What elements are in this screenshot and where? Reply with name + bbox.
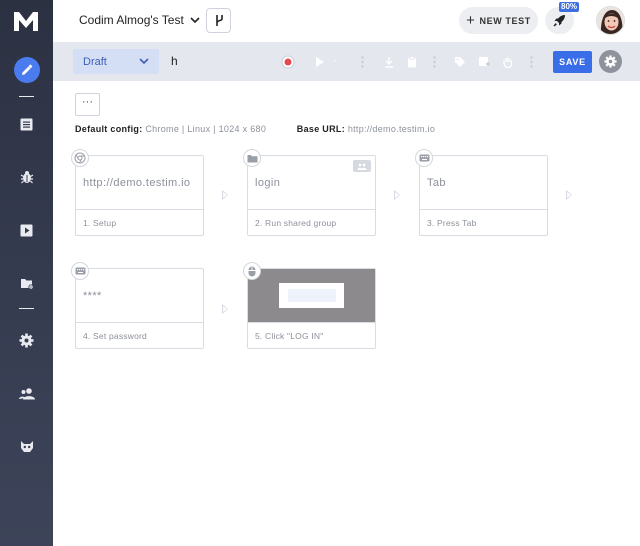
status-value: Draft	[83, 55, 107, 68]
step-label: 4. Set password	[83, 331, 147, 341]
plus-icon: +	[466, 11, 476, 29]
base-url-label: Base URL:	[296, 124, 345, 134]
sidebar-item-settings[interactable]	[0, 324, 53, 356]
download-button[interactable]	[384, 53, 394, 70]
step-card[interactable]: Tab 3. Press Tab	[419, 155, 548, 236]
testim-logo[interactable]	[13, 10, 39, 32]
list-icon	[20, 118, 33, 130]
step-content: Tab	[420, 156, 547, 210]
new-test-label: NEW TEST	[479, 15, 531, 26]
users-icon	[18, 387, 35, 399]
avatar[interactable]	[596, 6, 625, 35]
sidebar-item-profile[interactable]	[0, 430, 53, 462]
step-text: login	[255, 176, 281, 189]
step-card[interactable]: http://demo.testim.io 1. Setup	[75, 155, 204, 236]
record-button[interactable]	[281, 53, 295, 70]
gear-icon	[604, 55, 617, 68]
sidebar-divider	[19, 96, 34, 97]
step-arrow-icon	[222, 190, 228, 200]
folder-settings-icon	[20, 278, 34, 290]
clipboard-button[interactable]	[407, 53, 417, 70]
step-card[interactable]: 5. Click "LOG IN"	[247, 268, 376, 349]
sidebar	[0, 0, 53, 546]
pencil-icon	[13, 57, 40, 83]
step-label: 5. Click "LOG IN"	[255, 331, 324, 341]
base-url-value[interactable]: http://demo.testim.io	[348, 124, 435, 134]
chevron-down-icon	[139, 58, 149, 65]
default-config-value[interactable]: Chrome | Linux | 1024 x 680	[145, 124, 266, 134]
step-label: 1. Setup	[83, 218, 117, 228]
editor-toolbar: Draft h SAVE	[53, 42, 640, 81]
tag-icon	[455, 56, 465, 67]
element-highlight	[279, 283, 344, 308]
project-selector[interactable]: Codim Almog's Test	[79, 13, 200, 27]
step-arrow-icon	[566, 190, 572, 200]
more-vertical-icon[interactable]	[433, 53, 436, 70]
step-text: http://demo.testim.io	[83, 176, 191, 189]
clipboard-icon	[408, 55, 416, 67]
step-content: ****	[76, 269, 203, 323]
sidebar-item-team[interactable]	[0, 377, 53, 409]
more-options-button[interactable]: ···	[75, 93, 100, 116]
step-card[interactable]: **** 4. Set password	[75, 268, 204, 349]
top-bar: Codim Almog's Test + NEW TEST 80%	[53, 0, 640, 42]
step-text: ****	[83, 289, 102, 302]
mouse-icon	[243, 262, 261, 280]
branch-button[interactable]	[206, 8, 231, 33]
step-label: 3. Press Tab	[427, 218, 477, 228]
keyboard-icon	[71, 262, 89, 280]
branch-icon	[215, 15, 223, 26]
hand-button[interactable]	[502, 53, 513, 70]
more-vertical-icon[interactable]	[530, 53, 533, 70]
play-button[interactable]	[314, 53, 336, 70]
rocket-icon	[553, 15, 565, 27]
add-image-button[interactable]	[478, 53, 490, 70]
step-content: login	[248, 156, 375, 210]
download-icon	[385, 56, 393, 68]
folder-icon	[243, 149, 261, 167]
sidebar-item-tests[interactable]	[0, 108, 53, 140]
default-config-label: Default config:	[75, 124, 143, 134]
play-icon	[316, 56, 336, 67]
gear-icon	[19, 333, 34, 347]
save-button[interactable]: SAVE	[553, 51, 592, 73]
status-select[interactable]: Draft	[73, 49, 159, 74]
step-text: Tab	[427, 176, 446, 189]
image-plus-icon	[479, 56, 490, 66]
progress-badge: 80%	[559, 2, 580, 12]
label-button[interactable]	[454, 53, 466, 70]
project-name: Codim Almog's Test	[79, 13, 184, 27]
record-icon	[281, 55, 295, 68]
shared-group-icon	[353, 160, 371, 172]
sidebar-item-runs[interactable]	[0, 214, 53, 246]
step-card[interactable]: login 2. Run shared group	[247, 155, 376, 236]
sidebar-divider	[19, 308, 34, 309]
chrome-icon	[71, 149, 89, 167]
sidebar-item-debug[interactable]	[0, 161, 53, 193]
test-name-input[interactable]: h	[171, 54, 178, 68]
new-test-button[interactable]: + NEW TEST	[459, 7, 538, 34]
test-settings-button[interactable]	[599, 50, 622, 73]
hand-icon	[503, 57, 513, 68]
step-arrow-icon	[394, 190, 400, 200]
bug-icon	[20, 171, 33, 184]
step-content: http://demo.testim.io	[76, 156, 203, 210]
sidebar-item-suites[interactable]	[0, 267, 53, 299]
step-arrow-icon	[222, 304, 228, 314]
step-screenshot	[248, 269, 375, 323]
step-label: 2. Run shared group	[255, 218, 337, 228]
mask-icon	[20, 440, 33, 452]
keyboard-icon	[415, 149, 433, 167]
config-line: Default config: Chrome | Linux | 1024 x …	[75, 124, 435, 134]
play-icon	[20, 224, 33, 236]
more-vertical-icon[interactable]	[361, 53, 364, 70]
chevron-down-icon	[190, 16, 200, 23]
sidebar-item-editor[interactable]	[0, 54, 53, 86]
